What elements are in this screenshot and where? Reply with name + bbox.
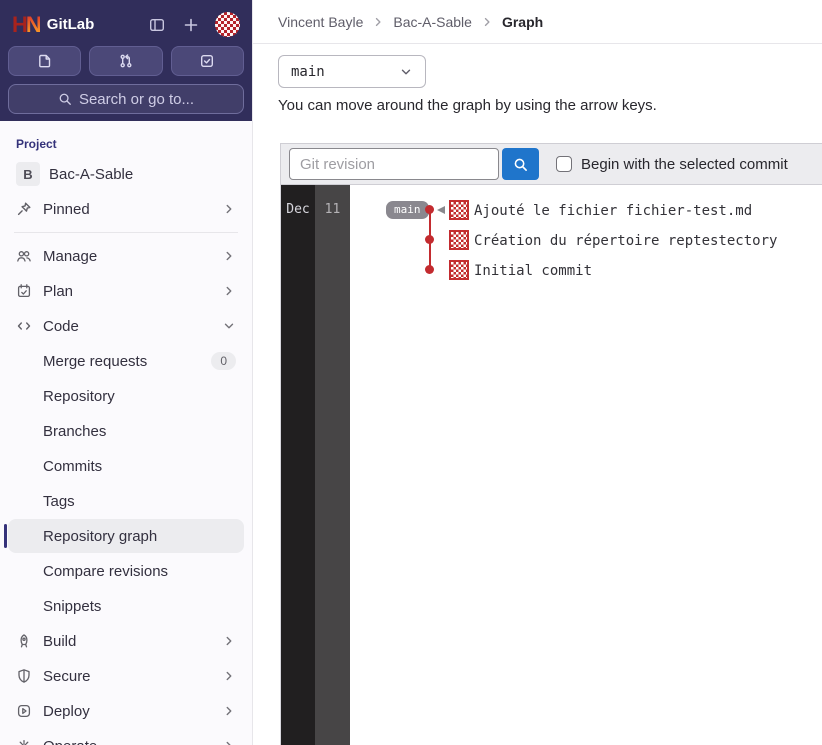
deploy-icon <box>16 703 32 719</box>
sidebar-item-manage[interactable]: Manage <box>8 239 244 273</box>
commit-author-avatar[interactable] <box>449 230 469 250</box>
users-icon <box>16 248 32 264</box>
month-label: Dec <box>281 202 315 217</box>
sidebar-header: HN GitLab Search or go to... <box>0 0 252 121</box>
begin-with-commit-checkbox[interactable] <box>556 156 572 172</box>
code-icon <box>16 318 32 334</box>
commit-dot[interactable] <box>425 205 434 214</box>
sidebar-item-pinned[interactable]: Pinned <box>8 192 244 226</box>
gear-icon <box>16 738 32 745</box>
graph-canvas[interactable]: Dec 11 main Ajouté le fichier fichier-te… <box>280 185 822 745</box>
graph-hint-text: You can move around the graph by using t… <box>278 97 657 114</box>
chevron-right-icon <box>222 634 236 648</box>
sidebar-item-repository[interactable]: Repository <box>8 379 244 413</box>
merge-requests-count-badge: 0 <box>211 352 236 370</box>
user-avatar[interactable] <box>215 12 240 37</box>
commit-author-avatar[interactable] <box>449 260 469 280</box>
search-or-go-to[interactable]: Search or go to... <box>8 84 244 114</box>
sidebar-item-deploy[interactable]: Deploy <box>8 694 244 728</box>
issues-shortcut-button[interactable] <box>8 46 81 76</box>
calendar-icon <box>16 283 32 299</box>
chevron-right-icon <box>222 284 236 298</box>
chevron-down-icon <box>222 319 236 333</box>
graph-day-column: 11 <box>315 185 350 745</box>
branch-selector-value: main <box>291 64 325 80</box>
chevron-right-icon <box>222 704 236 718</box>
chevron-right-icon <box>372 16 384 28</box>
commit-message[interactable]: Création du répertoire reptestectory <box>474 233 777 249</box>
graph-toolbar: Begin with the selected commit <box>280 143 822 185</box>
commit-message[interactable]: Initial commit <box>474 263 592 279</box>
sidebar-toggle-icon[interactable] <box>143 11 171 39</box>
breadcrumb-project[interactable]: Bac-A-Sable <box>393 14 472 30</box>
sidebar-divider <box>14 232 238 233</box>
create-new-icon[interactable] <box>177 11 205 39</box>
todo-shortcut-button[interactable] <box>171 46 244 76</box>
issues-icon <box>37 53 53 69</box>
search-icon <box>513 157 528 172</box>
todo-check-icon <box>199 53 215 69</box>
branch-selector-dropdown[interactable]: main <box>278 55 426 88</box>
repository-graph-panel: Begin with the selected commit Dec 11 ma… <box>280 143 822 745</box>
project-name: Bac-A-Sable <box>49 166 133 183</box>
sidebar-item-code[interactable]: Code <box>8 309 244 343</box>
chevron-right-icon <box>222 739 236 745</box>
breadcrumb: Vincent Bayle Bac-A-Sable Graph <box>278 0 543 43</box>
breadcrumb-current-page: Graph <box>502 14 543 30</box>
commit-dot[interactable] <box>425 265 434 274</box>
sidebar-item-snippets[interactable]: Snippets <box>8 589 244 623</box>
header-divider <box>253 43 822 44</box>
shield-icon <box>16 668 32 684</box>
commit-message[interactable]: Ajouté le fichier fichier-test.md <box>474 203 752 219</box>
project-avatar: B <box>16 162 40 186</box>
begin-with-commit-label[interactable]: Begin with the selected commit <box>581 156 788 173</box>
branch-pointer-icon <box>437 206 445 214</box>
project-section-label: Project <box>8 133 244 157</box>
pin-icon <box>16 201 32 217</box>
sidebar-item-merge-requests[interactable]: Merge requests 0 <box>8 344 244 378</box>
git-revision-input[interactable] <box>289 148 499 180</box>
chevron-right-icon <box>222 249 236 263</box>
chevron-down-icon <box>399 65 413 79</box>
sidebar-item-plan[interactable]: Plan <box>8 274 244 308</box>
commit-author-avatar[interactable] <box>449 200 469 220</box>
search-label: Search or go to... <box>79 91 194 108</box>
sidebar-item-repository-graph[interactable]: Repository graph <box>8 519 244 553</box>
merge-request-icon <box>118 53 134 69</box>
instance-logo[interactable]: HN <box>12 14 40 36</box>
rocket-icon <box>16 633 32 649</box>
chevron-right-icon <box>222 669 236 683</box>
sidebar-item-secure[interactable]: Secure <box>8 659 244 693</box>
sidebar-item-compare-revisions[interactable]: Compare revisions <box>8 554 244 588</box>
chevron-right-icon <box>481 16 493 28</box>
sidebar-item-project[interactable]: B Bac-A-Sable <box>8 157 244 191</box>
gitlab-wordmark[interactable]: GitLab <box>47 16 95 33</box>
breadcrumb-user[interactable]: Vincent Bayle <box>278 14 363 30</box>
day-label: 11 <box>315 202 350 217</box>
sidebar-item-branches[interactable]: Branches <box>8 414 244 448</box>
sidebar-item-tags[interactable]: Tags <box>8 484 244 518</box>
search-icon <box>58 92 72 106</box>
sidebar-item-operate[interactable]: Operate <box>8 729 244 745</box>
graph-month-column: Dec <box>281 185 315 745</box>
revision-search-button[interactable] <box>502 148 539 180</box>
commit-dot[interactable] <box>425 235 434 244</box>
sidebar-item-commits[interactable]: Commits <box>8 449 244 483</box>
active-indicator <box>4 524 7 548</box>
merge-requests-shortcut-button[interactable] <box>89 46 162 76</box>
sidebar-item-build[interactable]: Build <box>8 624 244 658</box>
sidebar-nav: Project B Bac-A-Sable Pinned Manage Plan… <box>0 121 252 745</box>
branch-ref-badge[interactable]: main <box>386 201 429 219</box>
sidebar: HN GitLab Search or go to... <box>0 0 253 745</box>
chevron-right-icon <box>222 202 236 216</box>
